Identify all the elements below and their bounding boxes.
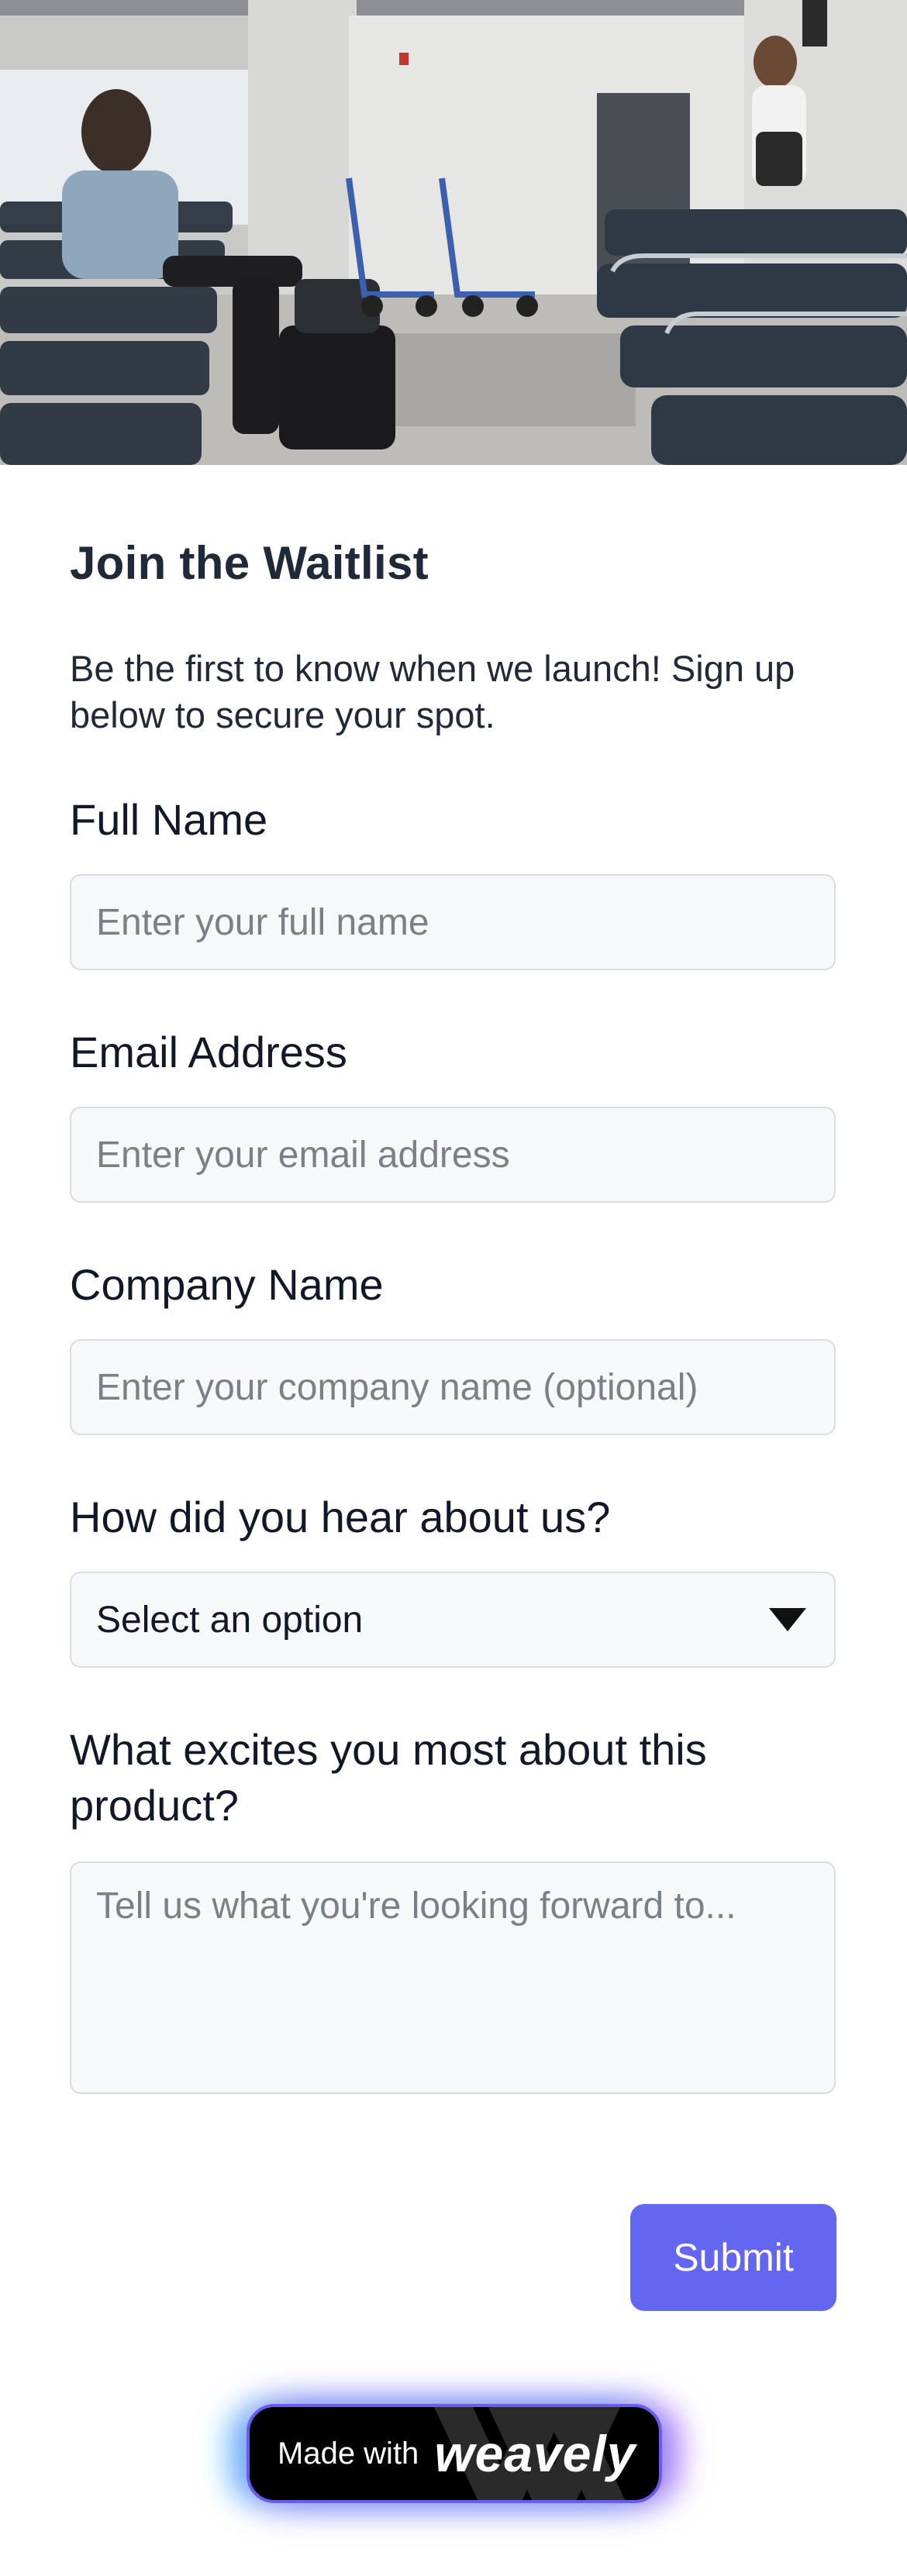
- company-input[interactable]: [70, 1339, 836, 1435]
- badge-inner[interactable]: Made with weavely: [247, 2404, 662, 2503]
- email-label: Email Address: [70, 1028, 347, 1076]
- company-label: Company Name: [70, 1260, 384, 1309]
- badge-brand: weavely: [434, 2425, 636, 2482]
- source-select-value: Select an option: [96, 1599, 364, 1641]
- form-title: Join the Waitlist: [70, 537, 429, 589]
- excites-textarea[interactable]: [70, 1861, 836, 2094]
- excites-label: What excites you most about this product…: [70, 1725, 707, 1830]
- form-subtitle: Be the first to know when we launch! Sig…: [70, 648, 795, 735]
- caret-down-icon: [769, 1608, 806, 1631]
- badge-prefix: Made with: [278, 2436, 419, 2471]
- airport-photo: [0, 0, 907, 465]
- source-select[interactable]: Select an option: [70, 1572, 836, 1668]
- source-label: How did you hear about us?: [70, 1493, 611, 1541]
- full-name-input[interactable]: [70, 874, 836, 970]
- made-with-badge[interactable]: Made with weavely: [247, 2404, 662, 2503]
- full-name-label: Full Name: [70, 795, 268, 844]
- submit-button[interactable]: Submit: [630, 2204, 836, 2311]
- email-input[interactable]: [70, 1107, 836, 1203]
- hero-image: [0, 0, 907, 465]
